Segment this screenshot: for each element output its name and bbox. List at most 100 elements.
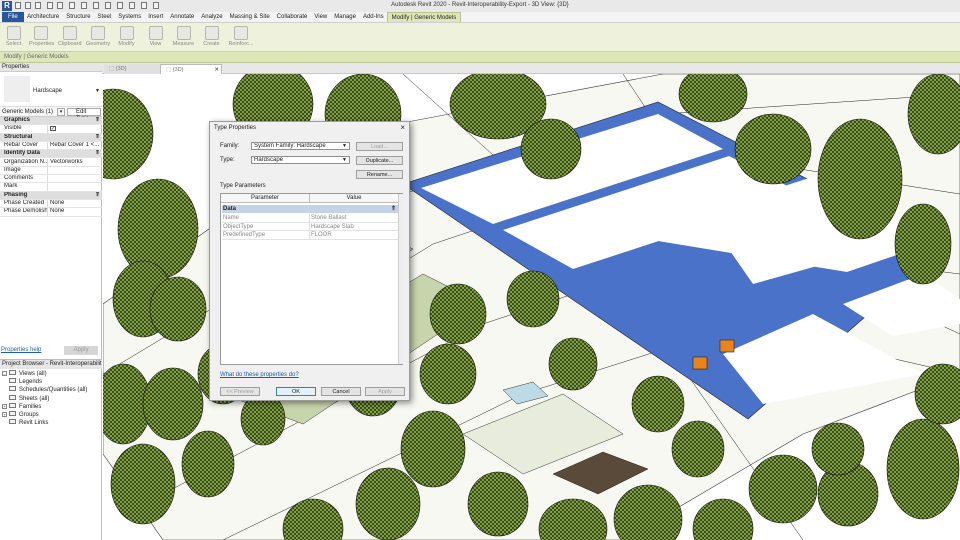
properties-button[interactable]: Properties	[29, 24, 54, 51]
ribbon-tab-systems[interactable]: Systems	[115, 12, 145, 22]
property-row[interactable]: Phase Created None	[0, 200, 102, 209]
browser-item[interactable]: Legends	[2, 378, 42, 386]
geometry-button[interactable]: Geometry	[86, 24, 110, 51]
clipboard-button[interactable]: Clipboard	[58, 24, 82, 51]
dialog-title: Type Properties	[214, 125, 257, 131]
scrollbar[interactable]	[398, 194, 403, 364]
property-row[interactable]: Rebar Cover Rebar Cover 1 <...	[0, 141, 102, 151]
view-tab-3d-active[interactable]: ⬚ {3D} ✕	[160, 64, 222, 74]
property-group[interactable]: Graphics ⇑	[0, 117, 102, 126]
ribbon-tab-manage[interactable]: Manage	[331, 12, 360, 22]
instance-filter[interactable]: Generic Models (1) ▾ Edit Type	[0, 107, 102, 122]
what-properties-link[interactable]: What do these properties do?	[220, 372, 299, 378]
browser-item[interactable]: – Views (all)	[2, 370, 47, 378]
visible-checkbox[interactable]: ✓	[50, 126, 56, 132]
browser-item[interactable]: Schedules/Quantities (all)	[2, 386, 87, 394]
ribbon-tab-annotate[interactable]: Annotate	[167, 12, 198, 22]
create-icon	[204, 26, 219, 40]
modify-button[interactable]: Modify	[115, 24, 138, 51]
browser-item[interactable]: Sheets (all)	[2, 394, 49, 403]
property-value[interactable]	[48, 175, 102, 182]
property-row[interactable]: Visible ✓	[0, 125, 102, 134]
browser-item[interactable]: + Groups	[2, 411, 39, 419]
browser-item[interactable]: + Families	[2, 402, 42, 411]
cancel-button[interactable]: Cancel	[321, 387, 361, 396]
chevron-down-icon[interactable]: ▼	[95, 88, 100, 94]
ok-button[interactable]: OK	[276, 387, 316, 396]
folder-icon	[9, 402, 16, 408]
properties-icon	[33, 26, 48, 40]
load-button[interactable]: Load...	[356, 142, 403, 151]
properties-help-link[interactable]: Properties help	[1, 347, 41, 353]
browser-item[interactable]: Revit Links	[2, 419, 48, 427]
edit-type-button[interactable]: Edit Type	[67, 108, 101, 122]
property-name: Identity Data	[4, 150, 41, 157]
parameter-row[interactable]: Name Stone Ballast	[222, 214, 398, 223]
create-button[interactable]: Create	[200, 24, 223, 51]
column-header-parameter[interactable]: Parameter	[221, 194, 310, 203]
ribbon-tab-add-ins[interactable]: Add-Ins	[359, 12, 387, 22]
parameter-row[interactable]: PredefinedType FLOOR	[222, 231, 398, 240]
site-sign	[692, 356, 708, 370]
property-row[interactable]: Phase Demolish... None	[0, 208, 102, 217]
property-row[interactable]: Comments	[0, 175, 102, 184]
ribbon-tab-steel[interactable]: Steel	[94, 12, 115, 22]
project-browser-title: Project Browser - Revit-Interoperabilit.…	[0, 360, 102, 369]
rename-button[interactable]: Rename...	[356, 170, 403, 179]
select-button[interactable]: Select	[2, 24, 25, 51]
ribbon-tab-collaborate[interactable]: Collaborate	[273, 12, 311, 22]
dialog-apply-button[interactable]: Apply	[365, 387, 405, 396]
property-row[interactable]: Image	[0, 166, 102, 176]
collapse-icon[interactable]: ⇑	[391, 205, 396, 213]
measure-button[interactable]: Measure	[172, 24, 195, 51]
clipboard-icon	[62, 26, 77, 40]
collapse-icon: ⇑	[94, 150, 100, 157]
parameter-group-data[interactable]: Data ⇑	[222, 205, 398, 213]
type-selector[interactable]: Hardscape ▼	[0, 72, 102, 107]
parameter-value[interactable]: Hardscape Slab	[310, 223, 398, 231]
property-value[interactable]	[48, 183, 102, 190]
property-value[interactable]	[48, 167, 102, 174]
property-value[interactable]: Rebar Cover 1 <...	[48, 142, 102, 149]
type-thumbnail	[4, 76, 30, 102]
view-tab-3d[interactable]: ⬚ {3D}	[104, 64, 162, 74]
ribbon-tab-insert[interactable]: Insert	[145, 12, 167, 22]
window-title: Autodesk Revit 2020 - Revit-Interoperabi…	[391, 2, 569, 8]
collapse-icon: ⇑	[94, 117, 100, 123]
property-value[interactable]: None	[48, 208, 102, 215]
ribbon-tab-file[interactable]: File	[2, 12, 24, 22]
property-group[interactable]: Structural ⇑	[0, 133, 102, 142]
apply-button[interactable]: Apply	[64, 346, 98, 355]
parameter-value[interactable]: Stone Ballast	[310, 214, 398, 222]
ribbon-tab-architecture[interactable]: Architecture	[24, 12, 63, 22]
property-value[interactable]: None	[48, 200, 102, 207]
family-select[interactable]: System Family: Hardscape ▼	[251, 142, 350, 150]
preview-button[interactable]: << Preview	[220, 387, 260, 396]
expand-icon[interactable]: +	[2, 412, 7, 417]
property-name: Phase Demolish...	[0, 208, 48, 216]
view-button[interactable]: View	[144, 24, 167, 51]
collapse-icon[interactable]: –	[2, 371, 7, 376]
ribbon-tab-view[interactable]: View	[311, 12, 331, 22]
property-row[interactable]: Mark	[0, 183, 102, 192]
ribbon-tab-structure[interactable]: Structure	[63, 12, 94, 22]
property-row[interactable]: Organization N... Vectorworks	[0, 158, 102, 167]
chevron-down-icon[interactable]: ▾	[57, 108, 65, 116]
property-value[interactable]: ✓	[48, 125, 102, 132]
ribbon-tab-modify-generic-models[interactable]: Modify | Generic Models	[387, 12, 461, 22]
folder-icon	[9, 370, 16, 375]
property-group[interactable]: Phasing ⇑	[0, 191, 102, 200]
browser-item-label: Families	[19, 403, 42, 410]
duplicate-button[interactable]: Duplicate...	[356, 156, 403, 165]
parameter-value[interactable]: FLOOR	[310, 231, 398, 239]
close-icon[interactable]: ×	[400, 123, 405, 132]
parameter-row[interactable]: ObjectType Hardscape Slab	[222, 222, 398, 231]
ribbon-tab-analyze[interactable]: Analyze	[198, 12, 226, 22]
property-value[interactable]: Vectorworks	[48, 159, 102, 166]
expand-icon[interactable]: +	[2, 403, 7, 409]
property-group[interactable]: Identity Data ⇑	[0, 150, 102, 159]
column-header-value[interactable]: Value	[310, 194, 398, 203]
reinforcement-button[interactable]: Reinforc...	[228, 24, 254, 51]
ribbon-tab-massing-site[interactable]: Massing & Site	[226, 12, 273, 22]
type-select[interactable]: Hardscape ▼	[251, 156, 350, 164]
